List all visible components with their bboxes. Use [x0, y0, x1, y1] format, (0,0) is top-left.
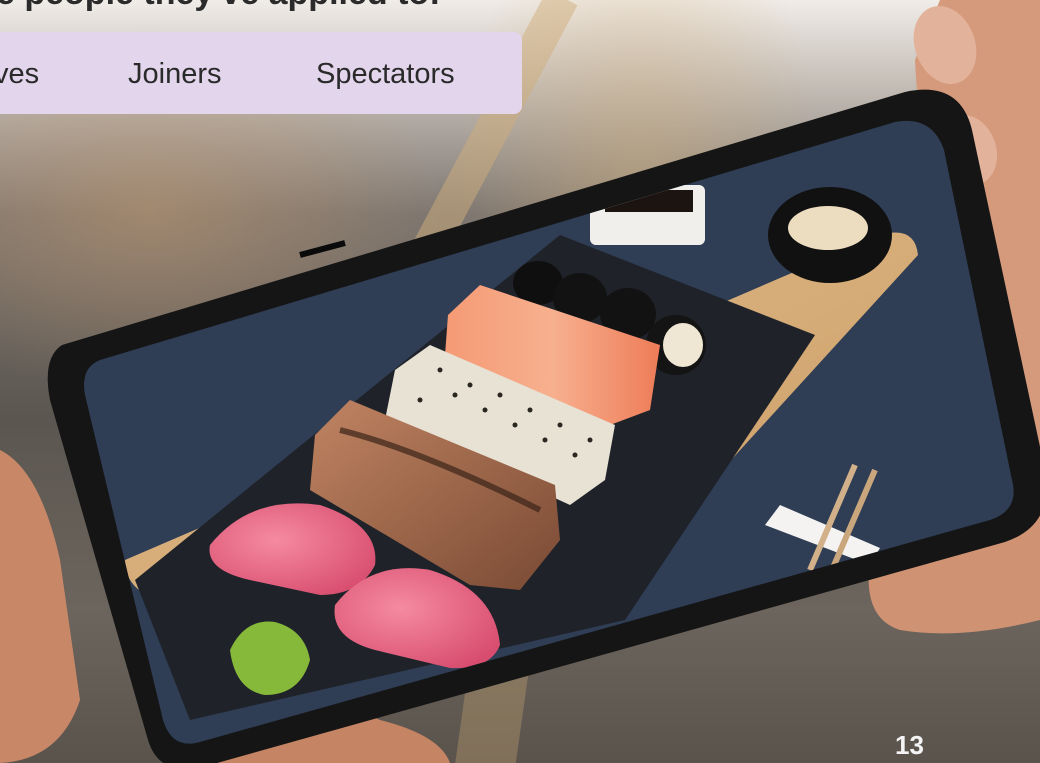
phone-side-button: [299, 240, 346, 258]
tab-label-partial: ves: [0, 58, 40, 90]
background-photo: e people they've applied to: ves Joiners…: [0, 0, 1040, 763]
tab-label-spectators: Spectators: [316, 58, 455, 90]
tab-label-joiners: Joiners: [128, 58, 222, 90]
role-tab-strip: ves Joiners Spectators: [0, 32, 522, 114]
header-partial-sentence: e people they've applied to:: [0, 0, 441, 13]
phone-photo-illustration: [0, 0, 1040, 763]
page-number: 13: [895, 730, 924, 760]
pickled-ginger: [788, 206, 868, 250]
left-hand: [0, 450, 80, 763]
